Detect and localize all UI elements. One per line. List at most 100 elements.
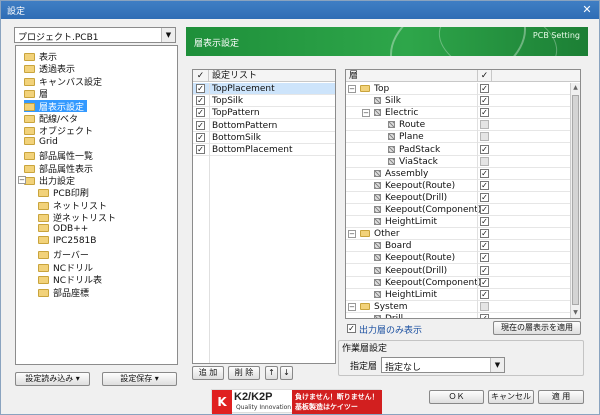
nav-item-label: 層 xyxy=(39,90,49,101)
apply-button[interactable]: 適 用 xyxy=(538,390,584,404)
nav-item[interactable]: 透過表示 xyxy=(24,62,75,75)
layer-visibility-checkbox[interactable]: ✓ xyxy=(480,84,489,93)
nav-item[interactable]: 表示 xyxy=(24,50,57,63)
work-layer-field-label: 指定層 xyxy=(350,362,378,372)
cancel-button[interactable]: キャンセル xyxy=(488,390,534,404)
layer-visibility-checkbox[interactable]: ✓ xyxy=(480,180,489,190)
project-select[interactable]: プロジェクト.PCB1 ▼ xyxy=(14,27,176,43)
scroll-up-icon[interactable]: ▲ xyxy=(571,83,580,93)
layer-icon xyxy=(388,133,395,141)
settings-list-item[interactable]: ✓ TopSilk xyxy=(193,95,335,108)
close-icon[interactable]: ✕ xyxy=(579,3,595,17)
layer-label: PadStack xyxy=(399,144,441,155)
scroll-down-icon[interactable]: ▼ xyxy=(571,308,580,318)
layer-row[interactable] xyxy=(346,156,580,168)
layer-visibility-checkbox[interactable]: ✓ xyxy=(480,192,489,202)
move-up-icon[interactable]: ↑ xyxy=(265,366,278,380)
settings-item-checkbox[interactable]: ✓ xyxy=(196,132,205,142)
collapse-icon[interactable]: − xyxy=(348,302,356,311)
collapse-icon[interactable]: − xyxy=(348,85,356,93)
scroll-thumb[interactable] xyxy=(572,95,579,305)
nav-item[interactable]: ネットリスト xyxy=(38,199,107,212)
layer-visibility-checkbox[interactable]: ✓ xyxy=(480,265,489,275)
output-only-checkbox[interactable]: ✓ xyxy=(347,324,356,333)
nav-item[interactable]: 配線/ベタ xyxy=(24,112,78,125)
layer-visibility-checkbox[interactable] xyxy=(480,132,489,142)
nav-item[interactable]: キャンバス設定 xyxy=(24,75,102,88)
load-settings-button[interactable]: 設定読み込み ▾ xyxy=(15,372,90,386)
nav-item-label: 出力設定 xyxy=(39,177,76,187)
settings-item-checkbox[interactable]: ✓ xyxy=(196,145,205,154)
nav-item[interactable]: 出力設定 xyxy=(24,174,76,187)
nav-item-label: ガーバー xyxy=(53,251,89,262)
settings-window: 設定 ✕ プロジェクト.PCB1 ▼ 表示 透過表示 キャンバス設定層層表示設定 配線… xyxy=(0,0,600,415)
settings-list-item[interactable]: ✓ BottomPlacement xyxy=(193,144,335,156)
settings-list-item[interactable]: ✓ TopPattern xyxy=(193,107,335,120)
apply-current-layer-button[interactable]: 現在の層表示を適用 xyxy=(493,321,581,335)
layer-row[interactable] xyxy=(346,144,580,156)
nav-item[interactable]: 層表示設定 xyxy=(24,99,88,113)
settings-item-checkbox[interactable]: ✓ xyxy=(196,108,205,118)
nav-item-label: NCドリル xyxy=(53,263,94,274)
settings-list-item[interactable]: ✓ TopPlacement xyxy=(193,83,335,95)
move-down-icon[interactable]: ↓ xyxy=(280,366,293,380)
settings-item-checkbox[interactable]: ✓ xyxy=(196,84,205,93)
layer-icon xyxy=(374,278,381,286)
layer-label: ViaStack xyxy=(399,156,438,167)
layer-icon xyxy=(374,169,381,177)
folder-icon xyxy=(24,136,35,145)
layer-visibility-checkbox[interactable]: ✓ xyxy=(480,313,489,318)
layer-visibility-checkbox[interactable]: ✓ xyxy=(480,96,489,106)
layer-visibility-checkbox[interactable]: ✓ xyxy=(480,217,489,227)
nav-item[interactable]: 層 xyxy=(24,87,49,101)
layer-visibility-checkbox[interactable] xyxy=(480,301,489,311)
layer-visibility-checkbox[interactable]: ✓ xyxy=(480,205,489,214)
layer-visibility-checkbox[interactable]: ✓ xyxy=(480,289,489,299)
nav-item[interactable]: Grid xyxy=(24,136,58,149)
layer-visibility-checkbox[interactable]: ✓ xyxy=(480,168,489,178)
layer-row[interactable] xyxy=(346,119,580,132)
collapse-icon[interactable]: − xyxy=(348,230,356,239)
layer-visibility-checkbox[interactable]: ✓ xyxy=(480,277,489,287)
layer-row[interactable] xyxy=(346,131,580,144)
layer-icon xyxy=(374,206,381,213)
layer-visibility-checkbox[interactable] xyxy=(480,156,489,166)
nav-item[interactable]: IPC2581B xyxy=(38,236,96,248)
settings-item-checkbox[interactable]: ✓ xyxy=(196,120,205,130)
folder-icon xyxy=(38,236,49,244)
layer-visibility-checkbox[interactable] xyxy=(480,120,489,130)
nav-item-label: 部品属性表示 xyxy=(39,164,94,175)
collapse-icon[interactable]: − xyxy=(18,176,26,184)
layer-visibility-checkbox[interactable]: ✓ xyxy=(480,229,489,239)
layer-label: Keepout(Drill) xyxy=(385,192,448,203)
nav-item[interactable]: 部品属性表示 xyxy=(24,162,94,175)
nav-item[interactable]: 逆ネットリスト xyxy=(38,211,116,224)
layer-visibility-checkbox[interactable]: ✓ xyxy=(480,253,489,263)
nav-item[interactable]: NCドリル xyxy=(38,261,94,274)
settings-list-item[interactable]: ✓ BottomSilk xyxy=(193,132,335,144)
settings-list-item[interactable]: ✓ BottomPattern xyxy=(193,120,335,132)
settings-item-checkbox[interactable]: ✓ xyxy=(196,96,205,106)
delete-button[interactable]: 削 除 xyxy=(228,366,260,380)
save-settings-button[interactable]: 設定保存 ▾ xyxy=(102,372,177,386)
nav-item[interactable]: PCB印刷 xyxy=(38,186,89,199)
collapse-icon[interactable]: − xyxy=(362,109,370,118)
work-layer-select[interactable]: 指定なし ▼ xyxy=(381,357,505,373)
nav-item[interactable]: 部品座標 xyxy=(38,286,89,299)
settings-list-header: ✓ 設定リスト xyxy=(193,70,335,82)
layer-visibility-checkbox[interactable]: ✓ xyxy=(480,108,489,118)
layer-tree-header-label: 層 xyxy=(346,70,478,82)
add-button[interactable]: 追 加 xyxy=(192,366,224,380)
ok-button[interactable]: ＯＫ xyxy=(429,390,484,404)
nav-item[interactable]: 部品属性一覧 xyxy=(24,149,93,162)
nav-item[interactable]: ODB++ xyxy=(38,223,88,236)
nav-item[interactable]: NCドリル表 xyxy=(38,273,102,286)
layer-visibility-checkbox[interactable]: ✓ xyxy=(480,144,489,154)
layer-visibility-checkbox[interactable]: ✓ xyxy=(480,241,489,251)
chevron-down-icon[interactable]: ▼ xyxy=(161,28,175,42)
layer-label: Keepout(Route) xyxy=(385,253,456,264)
layer-scrollbar[interactable]: ▲ ▼ xyxy=(570,83,580,318)
nav-item[interactable]: オブジェクト xyxy=(24,124,93,137)
nav-item[interactable]: ガーバー xyxy=(38,248,89,262)
chevron-down-icon[interactable]: ▼ xyxy=(490,358,504,372)
